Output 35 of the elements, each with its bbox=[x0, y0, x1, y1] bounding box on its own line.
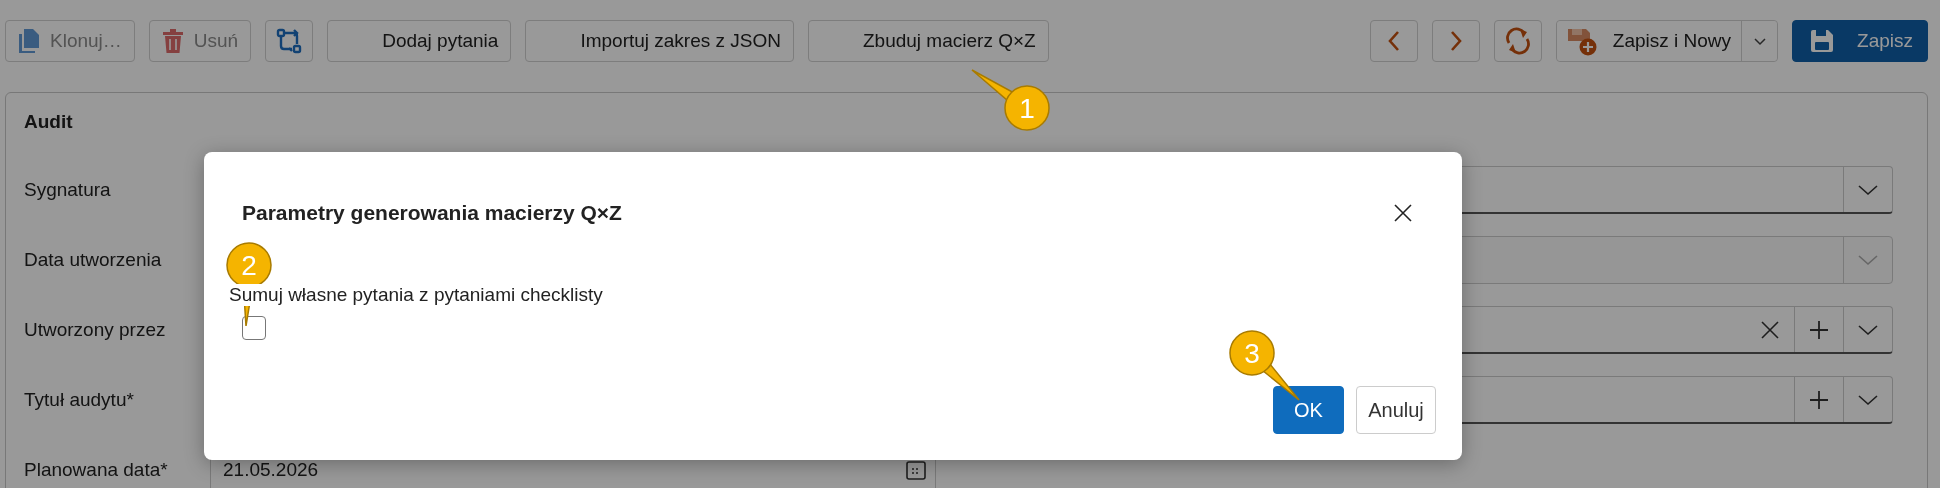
chevron-down-icon bbox=[1752, 36, 1767, 46]
toolbar-button[interactable]: Dodaj pytania bbox=[327, 20, 512, 62]
chevron-down-icon bbox=[1858, 393, 1878, 406]
save-add-icon bbox=[1566, 26, 1599, 56]
field-label: Sygnatura bbox=[24, 179, 112, 201]
chevron-down-icon bbox=[1858, 183, 1878, 196]
plus-icon bbox=[1809, 319, 1829, 340]
toolbar-button[interactable]: Importuj zakres z JSON bbox=[525, 20, 794, 62]
section-title: Audit bbox=[24, 111, 74, 133]
next-button[interactable] bbox=[1431, 20, 1480, 62]
option-label: Sumuj własne pytania z pytaniami checklisty bbox=[229, 284, 603, 306]
swap-icon bbox=[276, 28, 303, 54]
chevron-down-icon bbox=[1858, 254, 1878, 266]
copy-icon bbox=[18, 28, 40, 54]
plus-icon bbox=[1809, 389, 1829, 410]
toolbar-button[interactable]: Zbuduj macierz Q×Z bbox=[808, 20, 1049, 62]
field-label: Tytuł audytu* bbox=[24, 389, 135, 411]
swap-button[interactable] bbox=[265, 20, 314, 62]
field-label: Planowana data* bbox=[24, 459, 169, 481]
cancel-button[interactable]: Anuluj bbox=[1356, 386, 1436, 434]
dialog-title: Parametry generowania macierzy Q×Z bbox=[242, 201, 622, 225]
trash-icon bbox=[161, 28, 184, 54]
chevron-left-icon bbox=[1386, 30, 1401, 52]
field-label: Data utworzenia bbox=[24, 249, 163, 271]
close-icon bbox=[1760, 319, 1780, 340]
chevron-right-icon bbox=[1448, 30, 1463, 52]
close-icon bbox=[1394, 204, 1412, 222]
save-button[interactable]: Zapisz bbox=[1792, 20, 1928, 62]
calendar-icon bbox=[905, 459, 927, 481]
refresh-icon bbox=[1504, 27, 1531, 55]
field-label: Utworzony przez bbox=[24, 319, 167, 341]
chevron-down-icon bbox=[1858, 323, 1878, 336]
previous-button[interactable] bbox=[1369, 20, 1418, 62]
ok-button[interactable]: OK bbox=[1273, 386, 1344, 434]
refresh-button[interactable] bbox=[1493, 20, 1542, 62]
